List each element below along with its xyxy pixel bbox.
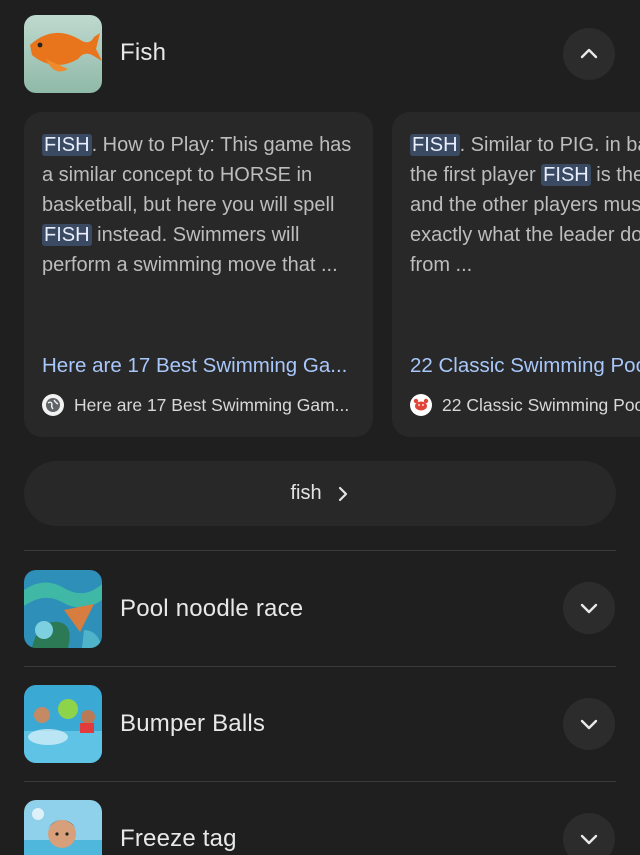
source-label: 22 Classic Swimming Pool Games [442, 394, 640, 415]
freeze-tag-thumbnail [24, 800, 102, 855]
more-results-button[interactable]: fish [24, 461, 616, 526]
chevron-down-icon [580, 719, 598, 730]
keyword-highlight: FISH [42, 224, 92, 246]
snippet-card[interactable]: FISH. How to Play: This game has a simil… [24, 112, 373, 437]
pool-noodle-thumbnail [24, 570, 102, 648]
fish-thumbnail [24, 15, 102, 93]
more-results-label: fish [290, 482, 322, 504]
topic-row-freeze-tag[interactable]: Freeze tag [0, 799, 640, 855]
expand-button[interactable] [563, 698, 615, 750]
source-label: Here are 17 Best Swimming Gam... [74, 394, 350, 415]
divider [24, 666, 616, 667]
card-link-title[interactable]: 22 Classic Swimming Pool Games [410, 354, 640, 378]
topic-row-fish[interactable]: Fish [0, 14, 640, 94]
keyword-highlight: FISH [541, 164, 591, 186]
snippet-card[interactable]: FISH. Similar to PIG. in basketball, the… [392, 112, 640, 437]
card-link-title[interactable]: Here are 17 Best Swimming Ga... [42, 354, 347, 378]
card-source[interactable]: Here are 17 Best Swimming Gam... [42, 394, 349, 416]
divider [24, 550, 616, 551]
bumper-balls-thumbnail [24, 685, 102, 763]
topic-row-bumper-balls[interactable]: Bumper Balls [0, 684, 640, 764]
crab-icon [410, 394, 432, 416]
snippet-text: FISH. How to Play: This game has a simil… [42, 130, 362, 280]
globe-icon [42, 394, 64, 416]
topic-title: Freeze tag [120, 825, 237, 852]
expand-button[interactable] [563, 813, 615, 855]
keyword-highlight: FISH [42, 134, 92, 156]
expand-button[interactable] [563, 582, 615, 634]
topic-title: Bumper Balls [120, 710, 266, 737]
card-source[interactable]: 22 Classic Swimming Pool Games [410, 394, 640, 416]
chevron-up-icon [580, 48, 598, 59]
topic-row-pool-noodle-race[interactable]: Pool noodle race [0, 568, 640, 648]
chevron-down-icon [580, 834, 598, 845]
snippet-text: FISH. Similar to PIG. in basketball, the… [410, 130, 640, 280]
keyword-highlight: FISH [410, 134, 460, 156]
topic-title: Pool noodle race [120, 595, 304, 622]
collapse-button[interactable] [563, 28, 615, 80]
search-results-page: Fish FISH. How to Play: This game has a … [0, 0, 640, 855]
topic-title: Fish [120, 39, 167, 66]
divider [24, 781, 616, 782]
chevron-right-icon [338, 486, 347, 501]
chevron-down-icon [580, 603, 598, 614]
